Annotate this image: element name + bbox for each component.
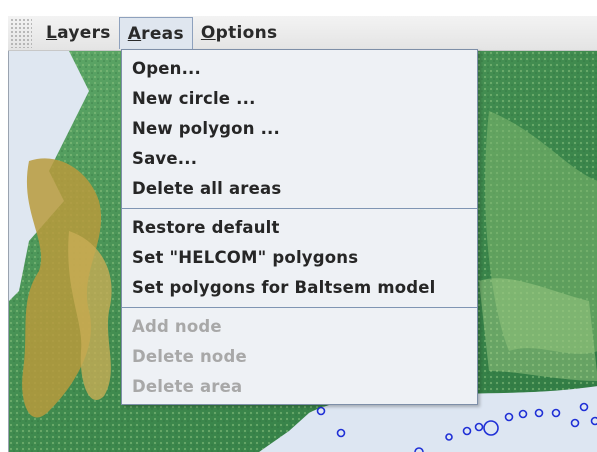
menu-item-delete-node: Delete node: [132, 347, 247, 366]
menu-areas-rest: reas: [141, 23, 184, 44]
menu-separator: [122, 307, 477, 308]
menu-item-new-circle[interactable]: New circle ...: [122, 84, 477, 114]
menu-item-delete-area: Delete area: [132, 377, 243, 396]
menu-layers-rest: ayers: [57, 23, 111, 43]
menu-item-delete-all-areas[interactable]: Delete all areas: [122, 174, 477, 204]
menu-item-new-polygon[interactable]: New polygon ...: [122, 114, 477, 144]
menu-item-restore-default[interactable]: Restore default: [122, 213, 477, 243]
menu-options-mnemonic: O: [200, 23, 216, 43]
application-window: Layers Areas Options Open... New circle …: [0, 0, 597, 452]
menu-areas-mnemonic: A: [127, 23, 142, 44]
menu-separator: [122, 208, 477, 209]
menu-options-rest: ptions: [215, 23, 278, 43]
menu-layers-mnemonic: L: [46, 23, 58, 43]
menu-item-add-node: Add node: [132, 317, 222, 336]
menu-item-open[interactable]: Open...: [122, 54, 477, 84]
areas-dropdown-menu: Open... New circle ... New polygon ... S…: [121, 49, 478, 405]
menu-layers[interactable]: Layers: [38, 17, 119, 49]
menu-options[interactable]: Options: [193, 17, 286, 49]
menu-item-set-baltsem-polygons[interactable]: Set polygons for Baltsem model: [122, 273, 477, 303]
menu-item-set-helcom-polygons[interactable]: Set "HELCOM" polygons: [122, 243, 477, 273]
toolbar-grip-icon[interactable]: [10, 18, 32, 48]
menu-areas[interactable]: Areas: [118, 17, 193, 49]
menu-bar: Layers Areas Options: [8, 16, 597, 51]
menu-item-save[interactable]: Save...: [122, 144, 477, 174]
